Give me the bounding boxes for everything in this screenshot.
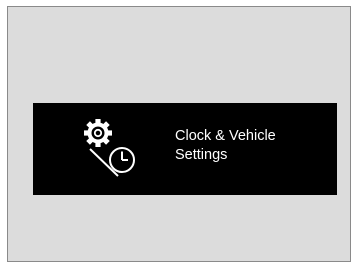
tile-label-line2: Settings [175, 147, 228, 163]
clock-vehicle-settings-tile[interactable]: Clock & Vehicle Settings [33, 103, 337, 195]
slash-divider [89, 148, 119, 177]
tile-label-line1: Clock & Vehicle [175, 128, 276, 144]
clock-icon [109, 147, 135, 173]
tile-label: Clock & Vehicle Settings [175, 127, 325, 165]
gear-icon [84, 119, 112, 147]
display-screen: Clock & Vehicle Settings [7, 6, 351, 262]
gear-clock-icon [78, 113, 140, 179]
